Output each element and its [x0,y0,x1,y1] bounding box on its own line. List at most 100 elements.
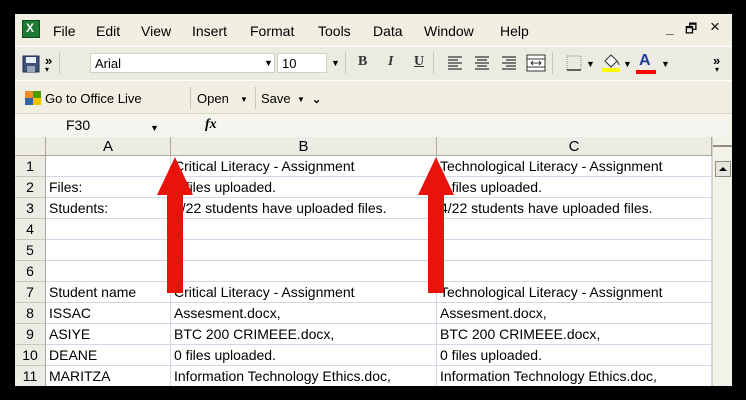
name-box[interactable]: F30 [48,116,158,135]
cell-a-row[interactable]: Student name [46,282,171,303]
cell-b-row[interactable] [171,219,437,240]
align-center-icon[interactable] [474,55,490,71]
cell-a-row[interactable]: ISSAC [46,303,171,324]
align-left-icon[interactable] [447,55,463,71]
font-name-box[interactable]: Arial [90,53,275,73]
cell-b-row[interactable]: Information Technology Ethics.doc, [171,366,437,386]
cell-a-row[interactable]: Students: [46,198,171,219]
font-color-letter: A [639,52,651,69]
cell-a-row[interactable]: Files: [46,177,171,198]
cell-c-row[interactable] [437,240,712,261]
cell-c-row[interactable]: Assesment.docx, [437,303,712,324]
save-icon[interactable] [22,55,40,73]
cell-b-row[interactable]: 3/22 students have uploaded files. [171,198,437,219]
borders-dropdown-icon[interactable]: ▼ [586,59,595,69]
borders-icon[interactable] [566,55,582,71]
align-right-icon[interactable] [501,55,517,71]
row-header[interactable]: 11 [15,366,46,386]
row-header[interactable]: 6 [15,261,46,282]
menu-tools[interactable]: Tools [318,23,351,39]
row-header[interactable]: 5 [15,240,46,261]
cell-b-row[interactable]: BTC 200 CRIMEEE.docx, [171,324,437,345]
font-color-dropdown-icon[interactable]: ▼ [661,59,670,69]
excel-app-icon[interactable] [22,20,40,38]
column-header-a[interactable]: A [46,137,171,156]
cell-a-row[interactable]: DEANE [46,345,171,366]
fill-dropdown-icon[interactable]: ▼ [623,59,632,69]
cell-b-row[interactable]: Critical Literacy - Assignment [171,156,437,177]
underline-button[interactable]: U [414,54,424,70]
split-box[interactable] [713,145,732,147]
merge-center-icon[interactable] [526,54,546,72]
cell-b-row[interactable]: 0 files uploaded. [171,345,437,366]
vertical-scrollbar[interactable] [712,137,732,386]
toolbar-separator [190,87,191,109]
row-header[interactable]: 9 [15,324,46,345]
column-header-b[interactable]: B [171,137,437,156]
cell-a-row[interactable] [46,156,171,177]
open-menu[interactable]: Open [197,91,229,106]
cell-b-row[interactable] [171,240,437,261]
cell-c-row[interactable]: Technological Literacy - Assignment [437,282,712,303]
select-all-corner[interactable] [15,137,46,156]
row-header[interactable]: 8 [15,303,46,324]
cell-b-row[interactable]: Assesment.docx, [171,303,437,324]
menu-edit[interactable]: Edit [96,23,120,39]
toolbar-separator [345,52,346,74]
chevron-down-icon: ▾ [715,65,720,74]
window-frame: File Edit View Insert Format Tools Data … [0,0,746,400]
size-dropdown-icon[interactable]: ▼ [331,58,340,68]
cell-c-row[interactable]: Information Technology Ethics.doc, [437,366,712,386]
save-dropdown-icon[interactable]: ▼ [297,95,305,104]
font-size-box[interactable]: 10 [277,53,327,73]
name-box-dropdown-icon[interactable]: ▼ [150,123,159,133]
cell-c-row[interactable]: 4/22 students have uploaded files. [437,198,712,219]
italic-button[interactable]: I [388,54,393,70]
row-header[interactable]: 2 [15,177,46,198]
font-dropdown-icon[interactable]: ▼ [264,58,273,68]
row-header[interactable]: 3 [15,198,46,219]
save-menu[interactable]: Save [261,91,291,106]
cell-b-row[interactable] [171,261,437,282]
open-dropdown-icon[interactable]: ▼ [240,95,248,104]
cell-a-row[interactable] [46,261,171,282]
cell-c-row[interactable]: Technological Literacy - Assignment [437,156,712,177]
office-live-link[interactable]: Go to Office Live [45,91,142,106]
toolbar-options-icon[interactable]: ⌄ [312,93,321,106]
minimize-button[interactable]: _ [666,20,674,36]
menu-insert[interactable]: Insert [192,23,227,39]
excel-window: File Edit View Insert Format Tools Data … [15,14,732,386]
cell-c-row[interactable] [437,261,712,282]
formula-bar: F30 ▼ fx [15,113,732,138]
menu-data[interactable]: Data [373,23,403,39]
cell-a-row[interactable]: MARITZA [46,366,171,386]
cell-c-row[interactable]: 4 files uploaded. [437,177,712,198]
close-button[interactable]: × [710,17,720,37]
cell-c-row[interactable]: BTC 200 CRIMEEE.docx, [437,324,712,345]
menu-view[interactable]: View [141,23,171,39]
menu-window[interactable]: Window [424,23,474,39]
cell-a-row[interactable]: ASIYE [46,324,171,345]
restore-button[interactable]: 🗗 [685,20,697,42]
row-header[interactable]: 4 [15,219,46,240]
row-header[interactable]: 10 [15,345,46,366]
menu-file[interactable]: File [53,23,76,39]
office-live-icon[interactable] [24,90,42,106]
cell-a-row[interactable] [46,219,171,240]
scroll-up-button[interactable] [715,161,731,177]
bold-button[interactable]: B [358,54,367,70]
cell-c-row[interactable] [437,219,712,240]
toolbar-separator [552,52,553,74]
row-header[interactable]: 1 [15,156,46,177]
cell-b-row[interactable]: Critical Literacy - Assignment [171,282,437,303]
menu-format[interactable]: Format [250,23,294,39]
row-header[interactable]: 7 [15,282,46,303]
font-color-button[interactable]: A [635,51,657,75]
cell-b-row[interactable]: 3 files uploaded. [171,177,437,198]
cell-c-row[interactable]: 0 files uploaded. [437,345,712,366]
fill-color-icon[interactable] [601,52,621,72]
insert-function-icon[interactable]: fx [205,117,217,133]
menu-help[interactable]: Help [500,23,529,39]
cell-a-row[interactable] [46,240,171,261]
column-header-c[interactable]: C [437,137,712,156]
